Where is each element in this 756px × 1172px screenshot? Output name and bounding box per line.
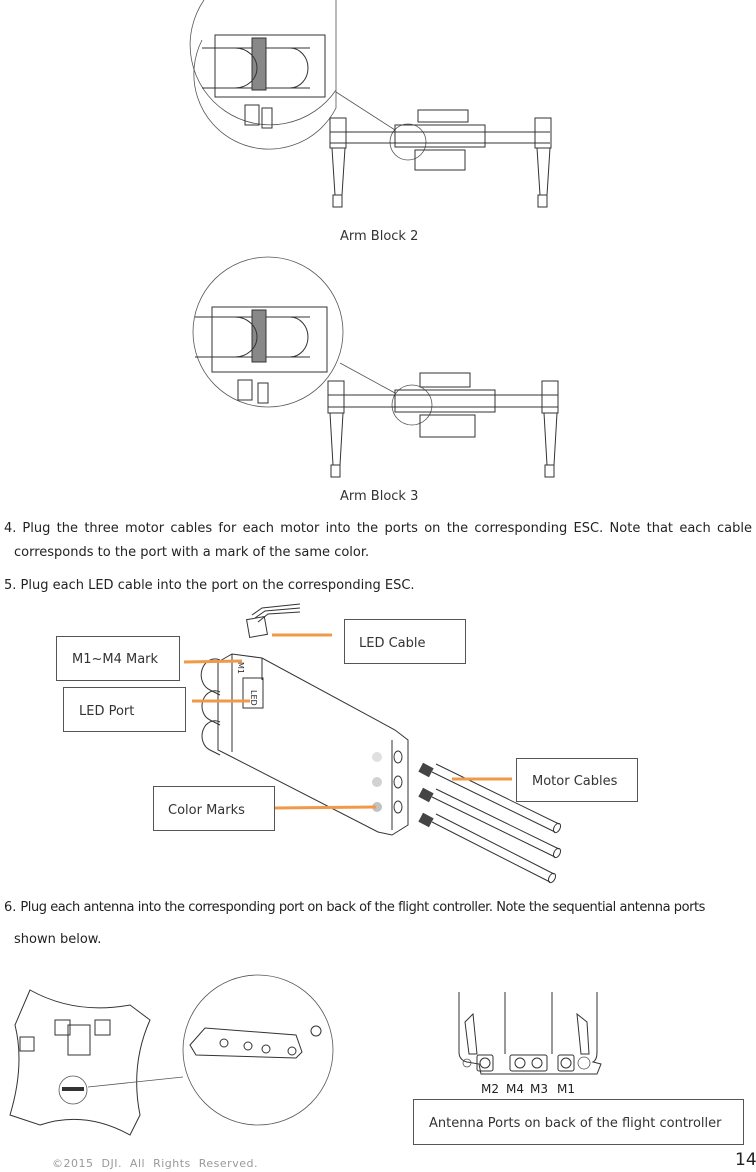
antenna-port-label-m2: M2 xyxy=(481,1082,499,1096)
flight-controller-illustration xyxy=(9,974,334,1136)
step-4: 4. Plug the three motor cables for each … xyxy=(4,519,752,563)
esc-m-mark-text: M1 xyxy=(236,662,245,674)
esc-led-text: LED xyxy=(249,690,258,706)
callout-antenna-ports: Antenna Ports on back of the flight cont… xyxy=(413,1099,744,1145)
leader-color-marks xyxy=(273,805,377,810)
motor-port-2 xyxy=(393,775,403,789)
step-4-text-line1: Plug the three motor cables for each mot… xyxy=(22,521,752,536)
step-5: 5. Plug each LED cable into the port on … xyxy=(4,576,415,596)
callout-led-cable: LED Cable xyxy=(344,619,466,664)
arm-block-3-caption: Arm Block 3 xyxy=(340,489,419,504)
antenna-port-magnifier xyxy=(182,974,334,1126)
arm-block-2-illustration xyxy=(189,0,552,208)
arm-block-2-figure xyxy=(189,0,590,225)
step-5-number: 5. xyxy=(4,578,17,593)
antenna-port-label-m3: M3 xyxy=(530,1082,548,1096)
step-6-number: 6. xyxy=(4,900,17,915)
motor-port-1 xyxy=(393,750,403,764)
antenna-port-label-m1: M1 xyxy=(557,1082,575,1096)
antenna-port-illustration xyxy=(458,992,602,1075)
leader-m-mark xyxy=(183,659,243,664)
esc-diagram: LED M1 M1~M4 Mark LED Port LED Cable Col… xyxy=(0,600,756,890)
arm-block-3-figure xyxy=(180,255,600,485)
callout-motor-cables: Motor Cables xyxy=(516,758,638,802)
step-4-number: 4. xyxy=(4,521,17,536)
arm-block-3-illustration xyxy=(192,256,559,478)
step-6-text-line1: Plug each antenna into the corresponding… xyxy=(20,900,705,915)
antenna-port-diagram: M2 M4 M3 M1 xyxy=(455,992,605,1096)
flight-controller-figure xyxy=(0,974,400,1145)
step-4-text-line2: corresponds to the port with a mark of t… xyxy=(14,545,370,560)
step-6: 6. Plug each antenna into the correspond… xyxy=(4,898,756,950)
callout-led-port: LED Port xyxy=(63,687,186,732)
antenna-port-label-m4: M4 xyxy=(506,1082,524,1096)
step-5-text: Plug each LED cable into the port on the… xyxy=(20,578,415,593)
page-number: 14 xyxy=(735,1150,756,1170)
callout-color-marks: Color Marks xyxy=(153,786,275,831)
step-6-text-line2: shown below. xyxy=(14,932,102,947)
motor-port-3 xyxy=(393,800,403,814)
arm-block-2-caption: Arm Block 2 xyxy=(340,229,419,244)
color-mark-1 xyxy=(372,752,382,762)
color-mark-2 xyxy=(372,777,382,787)
footer-copyright: ©2015 DJI. All Rights Reserved. xyxy=(52,1157,258,1170)
callout-m1-m4-mark: M1~M4 Mark xyxy=(56,636,180,681)
